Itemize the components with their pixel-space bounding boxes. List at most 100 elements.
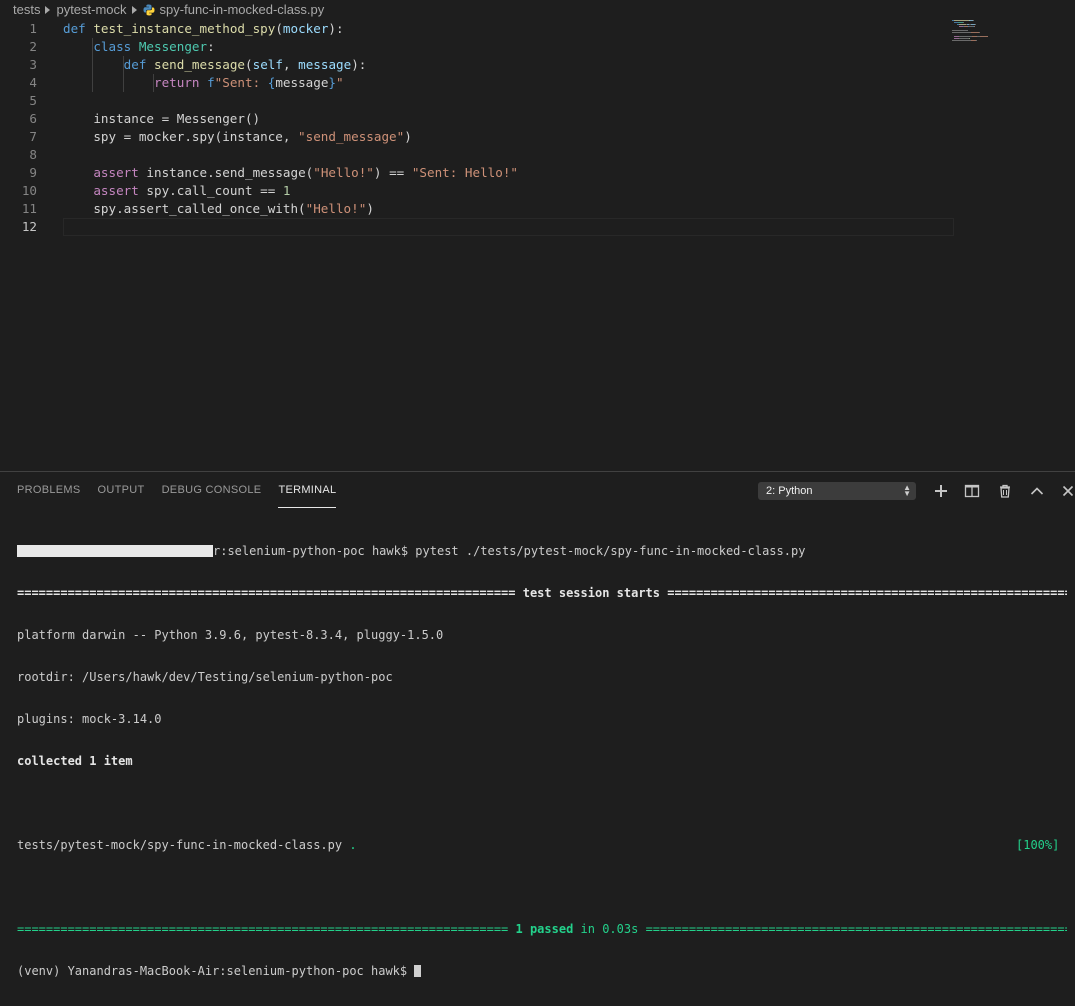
code-text: class Messenger: <box>63 38 215 56</box>
code-line[interactable]: 4 return f"Sent: {message}" <box>0 74 952 92</box>
code-line[interactable]: 9 assert instance.send_message("Hello!")… <box>0 164 952 182</box>
code-token: ) <box>366 201 374 216</box>
result-file: tests/pytest-mock/spy-func-in-mocked-cla… <box>17 838 343 852</box>
line-number: 4 <box>29 75 37 90</box>
session-title: test session starts <box>515 586 668 600</box>
code-line[interactable]: 8 <box>0 146 952 164</box>
code-token: spy.assert_called_once_with( <box>63 201 306 216</box>
line-number: 3 <box>29 57 37 72</box>
code-token: Messenger <box>138 39 208 54</box>
chevron-up-icon[interactable] <box>1028 482 1046 500</box>
minimap-stroke <box>979 36 988 37</box>
chevron-right-icon <box>131 5 137 14</box>
code-token: "Hello!" <box>305 201 367 216</box>
code-token: ) == <box>373 165 412 180</box>
code-line[interactable]: 12 <box>0 218 954 236</box>
split-terminal-icon[interactable] <box>963 482 981 500</box>
rootdir-line: rootdir: /Users/hawk/dev/Testing/seleniu… <box>17 670 393 684</box>
passed-separator-left: ========================================… <box>17 922 509 936</box>
passed-separator-right: ========================================… <box>645 922 1067 936</box>
minimap-stroke <box>976 40 977 41</box>
code-token: , <box>282 57 299 72</box>
line-number: 11 <box>21 201 37 216</box>
code-token: message <box>275 75 329 90</box>
code-line[interactable]: 5 <box>0 92 952 110</box>
code-token: : <box>207 39 215 54</box>
code-token: } <box>328 75 337 90</box>
code-token: mocker <box>282 21 329 36</box>
code-token: test_instance_method_spy <box>93 21 276 36</box>
minimap-stroke <box>970 32 979 33</box>
session-separator-left: ========================================… <box>17 586 516 600</box>
terminal-output[interactable]: r:selenium-python-poc hawk$ pytest ./tes… <box>17 516 1067 1006</box>
minimap-stroke <box>963 22 965 23</box>
code-token: class <box>93 39 139 54</box>
line-number: 7 <box>29 129 37 144</box>
code-token: message <box>298 57 352 72</box>
code-token: assert <box>93 165 147 180</box>
line-number: 1 <box>29 21 37 36</box>
minimap-stroke <box>974 24 976 25</box>
breadcrumb: tests pytest-mock spy-func-in-mocked-cla… <box>0 0 1075 19</box>
python-file-icon <box>143 4 155 16</box>
code-token: ( <box>275 21 283 36</box>
breadcrumb-item-tests[interactable]: tests <box>13 2 40 17</box>
code-token: "Hello!" <box>313 165 374 180</box>
plugins-line: plugins: mock-3.14.0 <box>17 712 162 726</box>
code-text: assert spy.call_count == 1 <box>63 182 290 200</box>
code-token: instance.send_message( <box>146 165 314 180</box>
code-text: def send_message(self, message): <box>63 56 367 74</box>
minimap-stroke <box>952 40 972 41</box>
code-token: assert <box>93 183 147 198</box>
minimap-stroke <box>969 38 971 39</box>
code-text: return f"Sent: {message}" <box>63 74 344 92</box>
tab-problems[interactable]: PROBLEMS <box>17 472 81 508</box>
code-line[interactable]: 6 instance = Messenger() <box>0 110 952 128</box>
trash-icon[interactable] <box>996 482 1014 500</box>
close-icon[interactable] <box>1059 482 1075 500</box>
tab-debug-console[interactable]: DEBUG CONSOLE <box>162 472 262 508</box>
code-token: def <box>63 21 94 36</box>
minimap[interactable] <box>952 19 1022 59</box>
line-number: 5 <box>29 93 37 108</box>
code-line[interactable]: 10 assert spy.call_count == 1 <box>0 182 952 200</box>
code-token: "send_message" <box>298 129 405 144</box>
terminal-prompt: (venv) Yanandras-MacBook-Air:selenium-py… <box>17 964 415 978</box>
minimap-stroke <box>959 24 967 25</box>
line-number: 6 <box>29 111 37 126</box>
terminal-select[interactable]: 2: Python ▲ ▼ <box>758 482 916 500</box>
code-text: instance = Messenger() <box>63 110 260 128</box>
code-token: ): <box>328 21 344 36</box>
breadcrumb-item-file[interactable]: spy-func-in-mocked-class.py <box>160 2 325 17</box>
code-line[interactable]: 3 def send_message(self, message): <box>0 56 952 74</box>
code-token: ) <box>404 129 412 144</box>
indent-guide <box>153 74 155 92</box>
code-line[interactable]: 1 def test_instance_method_spy(mocker): <box>0 20 952 38</box>
code-token: return <box>154 75 208 90</box>
panel-tabs: PROBLEMS OUTPUT DEBUG CONSOLE TERMINAL <box>17 472 353 508</box>
code-line[interactable]: 11 spy.assert_called_once_with("Hello!") <box>0 200 952 218</box>
minimap-stroke <box>979 32 980 33</box>
line-number: 10 <box>21 183 37 198</box>
code-line[interactable]: 2 class Messenger: <box>0 38 952 56</box>
minimap-stroke <box>973 26 975 27</box>
code-token: spy.call_count == <box>146 183 283 198</box>
code-editor[interactable]: 1 def test_instance_method_spy(mocker): 2 … <box>0 19 1075 471</box>
terminal-select-value: 2: Python <box>766 485 813 497</box>
result-percent: [100%] <box>1016 838 1060 852</box>
code-token: f <box>207 75 215 90</box>
minimap-stroke <box>958 38 970 39</box>
minimap-stroke <box>952 32 971 33</box>
tab-output[interactable]: OUTPUT <box>98 472 145 508</box>
minimap-stroke <box>973 20 975 21</box>
code-line[interactable]: 7 spy = mocker.spy(instance, "send_messa… <box>0 128 952 146</box>
code-token: "Sent: Hello!" <box>411 165 518 180</box>
plus-icon[interactable] <box>932 482 950 500</box>
tab-terminal[interactable]: TERMINAL <box>278 472 337 508</box>
breadcrumb-item-pytest-mock[interactable]: pytest-mock <box>56 2 126 17</box>
code-text: spy.assert_called_once_with("Hello!") <box>63 200 374 218</box>
